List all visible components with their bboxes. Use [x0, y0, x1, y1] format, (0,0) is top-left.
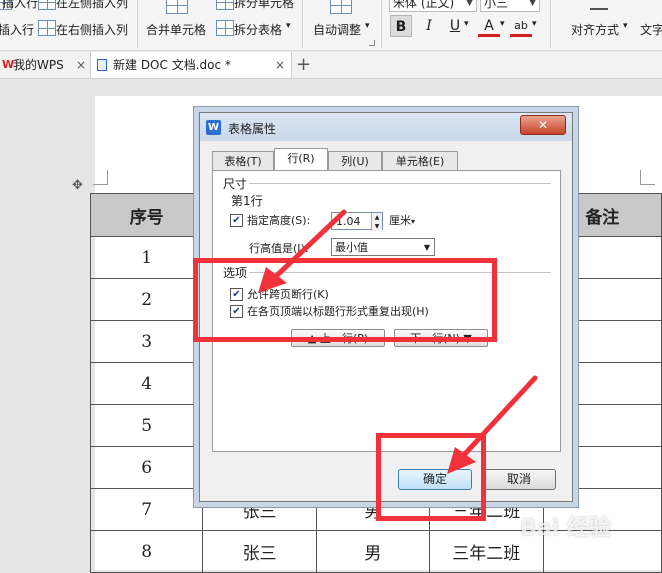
- arrow-to-ok-icon: [447, 375, 538, 474]
- arrow-to-options-icon: [258, 209, 347, 293]
- annotation-arrows: [258, 209, 538, 474]
- baidu-jingyan-watermark: Bai 经验: [520, 516, 611, 541]
